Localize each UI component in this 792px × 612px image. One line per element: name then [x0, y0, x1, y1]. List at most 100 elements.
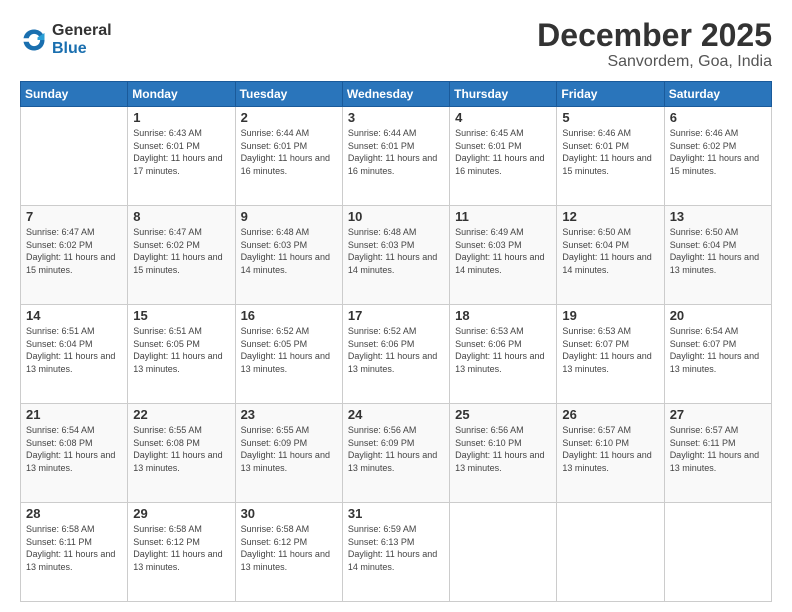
calendar-cell-2-1: 7Sunrise: 6:47 AMSunset: 6:02 PMDaylight… — [21, 206, 128, 305]
day-number: 12 — [562, 209, 658, 224]
calendar-cell-1-6: 5 Sunrise: 6:46 AMSunset: 6:01 PMDaylight… — [557, 107, 664, 206]
calendar-cell-3-1: 14 Sunrise: 6:51 AMSunset: 6:04 PMDayligh… — [21, 305, 128, 404]
calendar-cell-3-4: 17 Sunrise: 6:52 AMSunset: 6:06 PMDayligh… — [342, 305, 449, 404]
cell-info: Sunrise: 6:47 AMSunset: 6:02 PMDaylight:… — [133, 226, 229, 276]
day-number: 31 — [348, 506, 444, 521]
cell-info: Sunrise: 6:59 AMSunset: 6:13 PMDaylight:… — [348, 523, 444, 573]
weekday-header-saturday: Saturday — [664, 82, 771, 107]
calendar-cell-1-3: 2Sunrise: 6:44 AMSunset: 6:01 PMDaylight… — [235, 107, 342, 206]
day-number: 17 — [348, 308, 444, 323]
cell-info: Sunrise: 6:55 AMSunset: 6:09 PMDaylight:… — [241, 424, 337, 474]
day-number: 16 — [241, 308, 337, 323]
calendar-cell-1-4: 3 Sunrise: 6:44 AMSunset: 6:01 PMDaylight… — [342, 107, 449, 206]
calendar-cell-2-3: 9Sunrise: 6:48 AMSunset: 6:03 PMDaylight… — [235, 206, 342, 305]
cell-info: Sunrise: 6:58 AMSunset: 6:12 PMDaylight:… — [241, 523, 337, 573]
calendar-cell-5-7 — [664, 503, 771, 602]
cell-info: Sunrise: 6:57 AMSunset: 6:10 PMDaylight:… — [562, 424, 658, 474]
calendar-cell-1-2: 1Sunrise: 6:43 AMSunset: 6:01 PMDaylight… — [128, 107, 235, 206]
calendar-cell-2-7: 13 Sunrise: 6:50 AMSunset: 6:04 PMDayligh… — [664, 206, 771, 305]
calendar-cell-5-2: 29 Sunrise: 6:58 AMSunset: 6:12 PMDayligh… — [128, 503, 235, 602]
calendar-cell-2-6: 12Sunrise: 6:50 AMSunset: 6:04 PMDayligh… — [557, 206, 664, 305]
calendar-cell-4-4: 24 Sunrise: 6:56 AMSunset: 6:09 PMDayligh… — [342, 404, 449, 503]
day-number: 27 — [670, 407, 766, 422]
calendar-cell-1-7: 6 Sunrise: 6:46 AMSunset: 6:02 PMDaylight… — [664, 107, 771, 206]
day-number: 26 — [562, 407, 658, 422]
cell-info: Sunrise: 6:48 AMSunset: 6:03 PMDaylight:… — [241, 226, 337, 276]
calendar-cell-3-3: 16 Sunrise: 6:52 AMSunset: 6:05 PMDayligh… — [235, 305, 342, 404]
calendar-cell-1-1 — [21, 107, 128, 206]
calendar-cell-3-6: 19 Sunrise: 6:53 AMSunset: 6:07 PMDayligh… — [557, 305, 664, 404]
cell-info: Sunrise: 6:53 AMSunset: 6:07 PMDaylight:… — [562, 325, 658, 375]
weekday-header-thursday: Thursday — [450, 82, 557, 107]
calendar-cell-2-5: 11Sunrise: 6:49 AMSunset: 6:03 PMDayligh… — [450, 206, 557, 305]
cell-info: Sunrise: 6:43 AMSunset: 6:01 PMDaylight:… — [133, 127, 229, 177]
cell-info: Sunrise: 6:46 AMSunset: 6:02 PMDaylight:… — [670, 127, 766, 177]
calendar-cell-4-3: 23Sunrise: 6:55 AMSunset: 6:09 PMDayligh… — [235, 404, 342, 503]
day-number: 25 — [455, 407, 551, 422]
cell-info: Sunrise: 6:51 AMSunset: 6:04 PMDaylight:… — [26, 325, 122, 375]
calendar-cell-4-5: 25Sunrise: 6:56 AMSunset: 6:10 PMDayligh… — [450, 404, 557, 503]
day-number: 10 — [348, 209, 444, 224]
title-block: December 2025 Sanvordem, Goa, India — [537, 18, 772, 71]
day-number: 6 — [670, 110, 766, 125]
logo-text: General Blue — [52, 22, 112, 57]
day-number: 3 — [348, 110, 444, 125]
day-number: 18 — [455, 308, 551, 323]
calendar-cell-3-7: 20 Sunrise: 6:54 AMSunset: 6:07 PMDayligh… — [664, 305, 771, 404]
weekday-header-tuesday: Tuesday — [235, 82, 342, 107]
week-row-2: 7 Sunrise: 6:47 AMSunset: 6:02 PMDaylight… — [21, 206, 772, 305]
day-number: 4 — [455, 110, 551, 125]
calendar-cell-5-3: 30Sunrise: 6:58 AMSunset: 6:12 PMDayligh… — [235, 503, 342, 602]
day-number: 5 — [562, 110, 658, 125]
day-number: 19 — [562, 308, 658, 323]
cell-info: Sunrise: 6:56 AMSunset: 6:09 PMDaylight:… — [348, 424, 444, 474]
weekday-header-wednesday: Wednesday — [342, 82, 449, 107]
cell-info: Sunrise: 6:53 AMSunset: 6:06 PMDaylight:… — [455, 325, 551, 375]
calendar-cell-4-7: 27 Sunrise: 6:57 AMSunset: 6:11 PMDayligh… — [664, 404, 771, 503]
day-number: 11 — [455, 209, 551, 224]
day-number: 2 — [241, 110, 337, 125]
day-number: 28 — [26, 506, 122, 521]
week-row-5: 28 Sunrise: 6:58 AMSunset: 6:11 PMDayligh… — [21, 503, 772, 602]
calendar-cell-5-4: 31 Sunrise: 6:59 AMSunset: 6:13 PMDayligh… — [342, 503, 449, 602]
cell-info: Sunrise: 6:54 AMSunset: 6:07 PMDaylight:… — [670, 325, 766, 375]
week-row-1: 1Sunrise: 6:43 AMSunset: 6:01 PMDaylight… — [21, 107, 772, 206]
calendar-cell-5-6 — [557, 503, 664, 602]
cell-info: Sunrise: 6:46 AMSunset: 6:01 PMDaylight:… — [562, 127, 658, 177]
day-number: 20 — [670, 308, 766, 323]
cell-info: Sunrise: 6:52 AMSunset: 6:05 PMDaylight:… — [241, 325, 337, 375]
logo-icon — [20, 26, 48, 54]
cell-info: Sunrise: 6:44 AMSunset: 6:01 PMDaylight:… — [348, 127, 444, 177]
logo: General Blue — [20, 22, 112, 57]
calendar-table: SundayMondayTuesdayWednesdayThursdayFrid… — [20, 81, 772, 602]
cell-info: Sunrise: 6:58 AMSunset: 6:11 PMDaylight:… — [26, 523, 122, 573]
day-number: 7 — [26, 209, 122, 224]
calendar-cell-4-2: 22Sunrise: 6:55 AMSunset: 6:08 PMDayligh… — [128, 404, 235, 503]
calendar-cell-2-4: 10 Sunrise: 6:48 AMSunset: 6:03 PMDayligh… — [342, 206, 449, 305]
calendar-cell-5-5 — [450, 503, 557, 602]
day-number: 22 — [133, 407, 229, 422]
cell-info: Sunrise: 6:45 AMSunset: 6:01 PMDaylight:… — [455, 127, 551, 177]
cell-info: Sunrise: 6:52 AMSunset: 6:06 PMDaylight:… — [348, 325, 444, 375]
day-number: 13 — [670, 209, 766, 224]
day-number: 24 — [348, 407, 444, 422]
cell-info: Sunrise: 6:54 AMSunset: 6:08 PMDaylight:… — [26, 424, 122, 474]
day-number: 15 — [133, 308, 229, 323]
header: General Blue December 2025 Sanvordem, Go… — [20, 18, 772, 71]
calendar-cell-4-1: 21Sunrise: 6:54 AMSunset: 6:08 PMDayligh… — [21, 404, 128, 503]
month-title: December 2025 — [537, 18, 772, 53]
calendar-cell-5-1: 28 Sunrise: 6:58 AMSunset: 6:11 PMDayligh… — [21, 503, 128, 602]
day-number: 14 — [26, 308, 122, 323]
cell-info: Sunrise: 6:57 AMSunset: 6:11 PMDaylight:… — [670, 424, 766, 474]
logo-general-text: General — [52, 22, 112, 40]
cell-info: Sunrise: 6:48 AMSunset: 6:03 PMDaylight:… — [348, 226, 444, 276]
week-row-3: 14 Sunrise: 6:51 AMSunset: 6:04 PMDayligh… — [21, 305, 772, 404]
cell-info: Sunrise: 6:58 AMSunset: 6:12 PMDaylight:… — [133, 523, 229, 573]
weekday-header-monday: Monday — [128, 82, 235, 107]
day-number: 29 — [133, 506, 229, 521]
calendar-cell-2-2: 8Sunrise: 6:47 AMSunset: 6:02 PMDaylight… — [128, 206, 235, 305]
page: General Blue December 2025 Sanvordem, Go… — [0, 0, 792, 612]
weekday-header-sunday: Sunday — [21, 82, 128, 107]
weekday-header-row: SundayMondayTuesdayWednesdayThursdayFrid… — [21, 82, 772, 107]
cell-info: Sunrise: 6:50 AMSunset: 6:04 PMDaylight:… — [670, 226, 766, 276]
